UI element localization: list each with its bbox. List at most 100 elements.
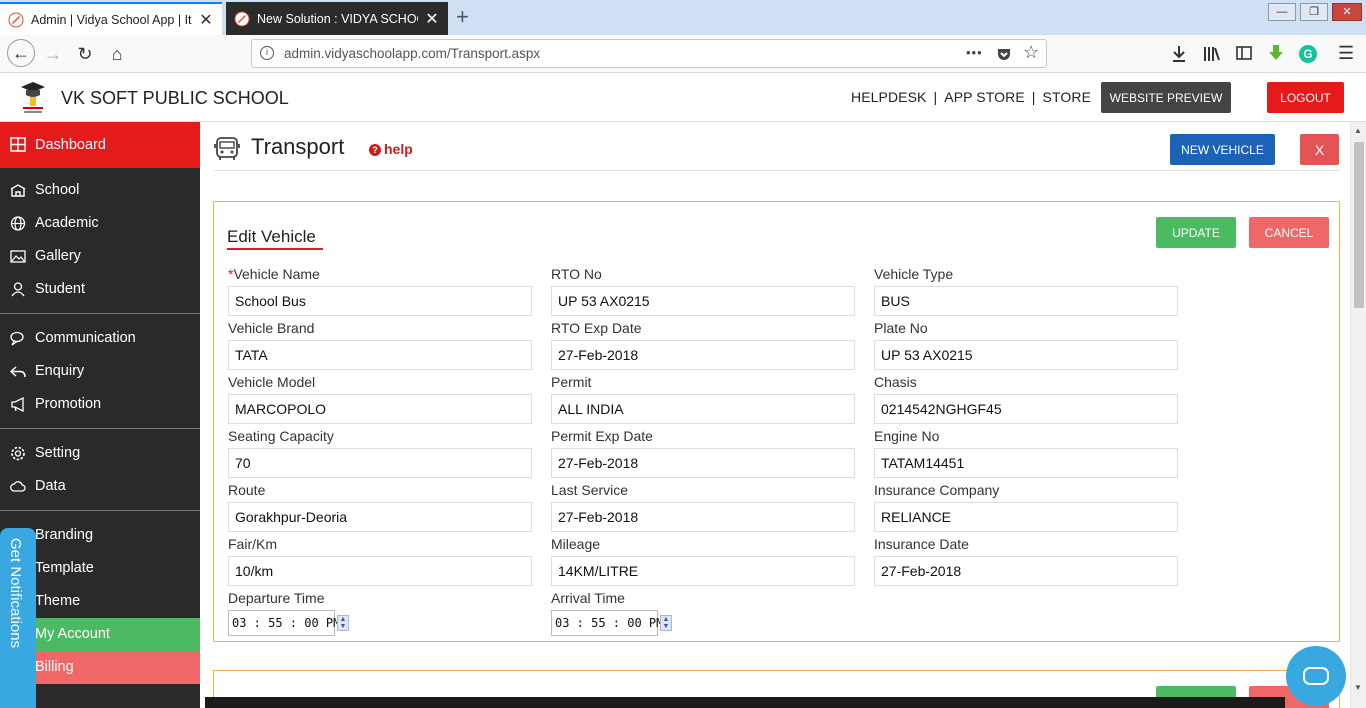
plate-no-input[interactable] (874, 340, 1178, 370)
permit-input[interactable] (551, 394, 855, 424)
vehicle-brand-input[interactable] (228, 340, 532, 370)
link-separator: | (1031, 89, 1036, 105)
help-link[interactable]: ? help (369, 141, 413, 157)
sidebar-item-school[interactable]: School (0, 174, 200, 207)
field-label: RTO No (551, 266, 602, 282)
url-bar[interactable]: i admin.vidyaschoolapp.com/Transport.asp… (251, 39, 1047, 68)
vehicle-model-field: Vehicle Model (228, 374, 532, 424)
minimize-window-button[interactable]: — (1268, 3, 1296, 21)
grammarly-icon[interactable]: G (1299, 45, 1317, 63)
close-tab-icon[interactable]: ✕ (198, 10, 214, 30)
school-icon (10, 184, 26, 197)
sidebar-toggle-icon[interactable] (1236, 45, 1252, 61)
field-label: Vehicle Model (228, 374, 316, 390)
departure-time-field: Departure Time 03 : 55 : 00 PM ▲ ▼ (228, 590, 532, 636)
page-actions-icon[interactable]: ••• (966, 45, 983, 60)
site-info-icon[interactable]: i (260, 46, 274, 60)
forward-arrow-icon[interactable]: → (40, 42, 66, 66)
field-label: Fair/Km (228, 536, 277, 552)
arrival-time-field: Arrival Time 03 : 55 : 00 PM ▲ ▼ (551, 590, 855, 636)
departure-time-picker: 03 : 55 : 00 PM ▲ ▼ (228, 610, 352, 636)
sidebar-item-enquiry[interactable]: Enquiry (0, 355, 200, 388)
store-link[interactable]: STORE (1043, 89, 1091, 105)
student-icon (11, 282, 25, 297)
sidebar-item-data[interactable]: Data (0, 470, 200, 503)
chat-widget-button[interactable] (1286, 646, 1346, 706)
tab-title: Admin | Vidya School App | It's (31, 12, 192, 27)
menu-icon[interactable]: ☰ (1338, 43, 1354, 64)
sidebar-item-gallery[interactable]: Gallery (0, 240, 200, 273)
chat-icon (10, 331, 24, 346)
departure-time-input[interactable]: 03 : 55 : 00 PM (228, 610, 340, 636)
vehicle-name-input[interactable] (228, 286, 532, 316)
download-helper-icon[interactable] (1268, 44, 1284, 62)
sidebar-item-dashboard[interactable]: Dashboard (0, 122, 200, 168)
sidebar-item-student[interactable]: Student (0, 273, 200, 306)
school-logo (21, 82, 45, 113)
engine-no-input[interactable] (874, 448, 1178, 478)
get-notifications-tab[interactable]: Get Notifications (0, 528, 36, 708)
heading-underline (227, 248, 323, 250)
route-input[interactable] (228, 502, 532, 532)
pocket-icon[interactable] (996, 46, 1012, 62)
sidebar-item-label: Setting (35, 445, 81, 461)
sidebar-item-promotion[interactable]: Promotion (0, 388, 200, 421)
url-text[interactable]: admin.vidyaschoolapp.com/Transport.aspx (284, 46, 540, 61)
back-arrow-icon[interactable]: ← (7, 39, 35, 67)
school-name: VK SOFT PUBLIC SCHOOL (61, 88, 289, 108)
header-links: HELPDESK | APP STORE | STORE (851, 89, 1091, 105)
download-icon[interactable] (1171, 45, 1187, 63)
reload-icon[interactable]: ↻ (72, 42, 98, 66)
page-title: Transport (251, 134, 345, 159)
cancel-button[interactable]: CANCEL (1249, 217, 1329, 248)
scroll-thumb[interactable] (1354, 142, 1364, 308)
insurance-date-input[interactable] (874, 556, 1178, 586)
header-divider (214, 170, 1340, 171)
home-icon[interactable]: ⌂ (104, 42, 130, 66)
vehicle-type-input[interactable] (874, 286, 1178, 316)
sidebar-divider (0, 428, 200, 429)
scroll-down-icon[interactable]: ▼ (1354, 683, 1362, 692)
field-label: Last Service (551, 482, 629, 498)
bookmark-star-icon[interactable]: ☆ (1023, 42, 1039, 63)
sidebar-item-academic[interactable]: Academic (0, 207, 200, 240)
chasis-input[interactable] (874, 394, 1178, 424)
insurance-date-field: Insurance Date (874, 536, 1178, 586)
page-scrollbar[interactable]: ▲ ▼ (1350, 122, 1366, 708)
sidebar-item-label: School (35, 182, 80, 198)
browser-tab-new-solution[interactable]: New Solution : VIDYA SCHOOL ✕ (226, 2, 448, 35)
close-button[interactable]: X (1300, 134, 1339, 165)
update-button[interactable]: UPDATE (1156, 217, 1236, 248)
sidebar-item-setting[interactable]: Setting (0, 437, 200, 470)
logout-button[interactable]: LOGOUT (1267, 82, 1344, 113)
last-service-input[interactable] (551, 502, 855, 532)
new-vehicle-button[interactable]: NEW VEHICLE (1170, 134, 1275, 165)
helpdesk-link[interactable]: HELPDESK (851, 89, 927, 105)
mileage-input[interactable] (551, 556, 855, 586)
arrival-time-input[interactable]: 03 : 55 : 00 PM (551, 610, 663, 636)
scroll-up-icon[interactable]: ▲ (1354, 126, 1362, 135)
browser-tab-admin[interactable]: Admin | Vidya School App | It's ✕ (0, 2, 222, 35)
permit-exp-date-input[interactable] (551, 448, 855, 478)
route-field: Route (228, 482, 532, 532)
sidebar-item-communication[interactable]: Communication (0, 322, 200, 355)
question-circle-icon: ? (369, 144, 381, 156)
tab-title: New Solution : VIDYA SCHOOL (257, 11, 418, 26)
vehicle-model-input[interactable] (228, 394, 532, 424)
help-label: help (384, 141, 413, 157)
insurance-company-input[interactable] (874, 502, 1178, 532)
app-store-link[interactable]: APP STORE (944, 89, 1025, 105)
fair-km-input[interactable] (228, 556, 532, 586)
time-spinner-icon[interactable]: ▲ ▼ (660, 615, 672, 631)
restore-window-button[interactable]: ❐ (1300, 3, 1328, 21)
close-tab-icon[interactable]: ✕ (424, 9, 440, 29)
permit-field: Permit (551, 374, 855, 424)
close-window-button[interactable]: ✕ (1332, 3, 1362, 21)
website-preview-button[interactable]: WEBSITE PREVIEW (1101, 82, 1231, 113)
time-spinner-icon[interactable]: ▲ ▼ (337, 615, 349, 631)
seating-capacity-input[interactable] (228, 448, 532, 478)
rto-exp-date-input[interactable] (551, 340, 855, 370)
library-icon[interactable] (1203, 45, 1221, 63)
new-tab-button[interactable]: + (456, 4, 469, 30)
rto-no-input[interactable] (551, 286, 855, 316)
